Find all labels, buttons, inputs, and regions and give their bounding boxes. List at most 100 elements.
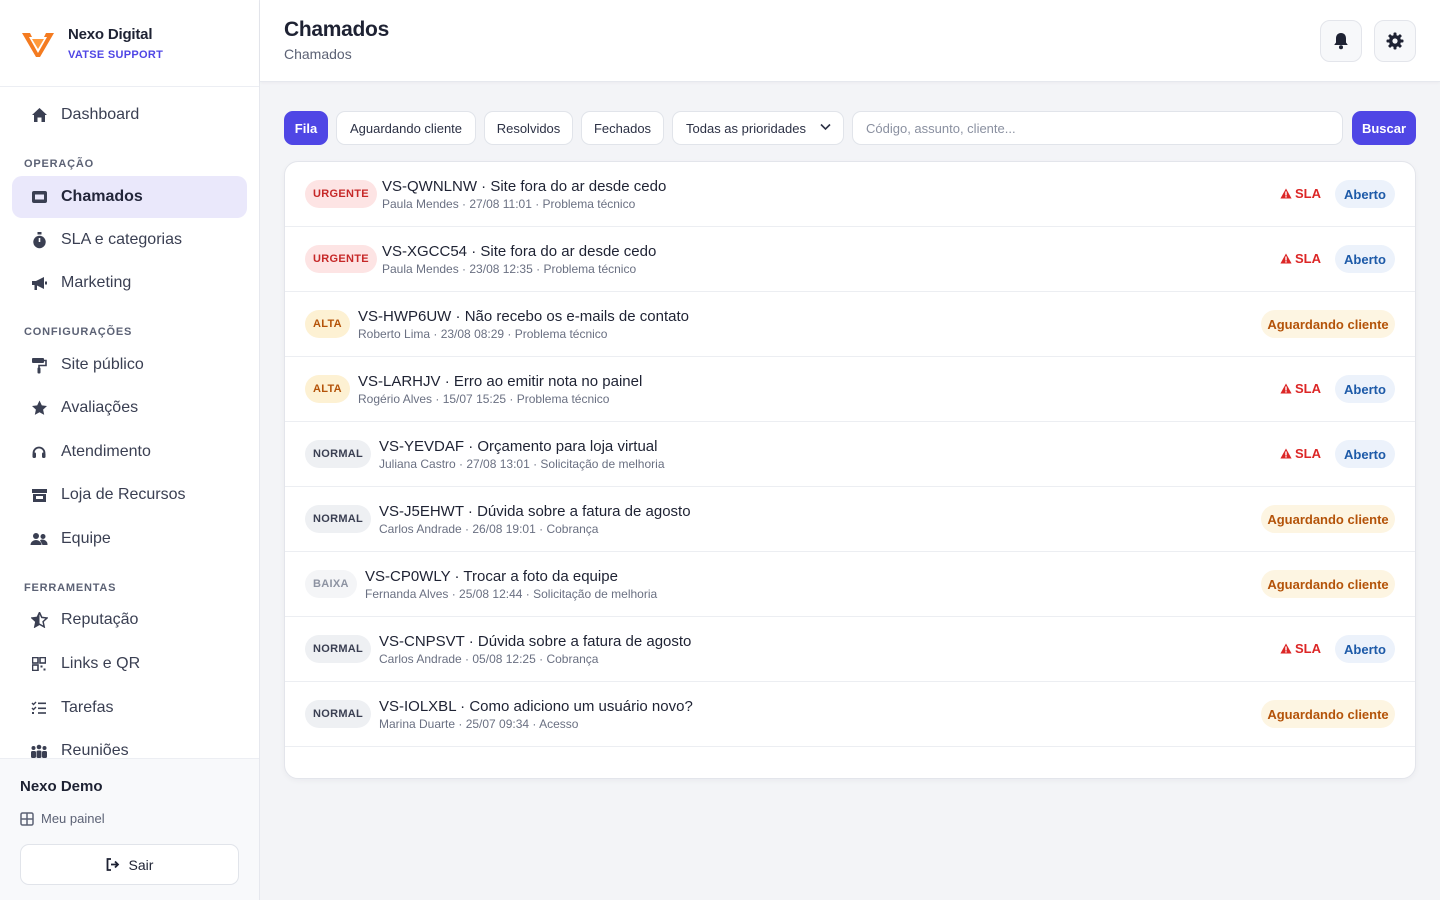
- sidebar-item-label: Chamados: [61, 188, 143, 205]
- my-panel-link[interactable]: Meu painel: [20, 811, 105, 826]
- logout-icon: [106, 858, 121, 871]
- section-ferramentas: FERRAMENTAS: [24, 582, 117, 594]
- sidebar-item-avaliacoes[interactable]: Avaliações: [12, 387, 247, 429]
- filter-resolvidos[interactable]: Resolvidos: [484, 111, 573, 145]
- priority-badge: ALTA: [305, 375, 350, 403]
- filter-aguardando-cliente[interactable]: Aguardando cliente: [336, 111, 476, 145]
- ticket-title[interactable]: VS-CNPSVT · Dúvida sobre a fatura de ago…: [379, 633, 691, 650]
- ticket-separator: ·: [464, 633, 478, 650]
- sidebar-item-reunioes[interactable]: Reuniões: [12, 730, 247, 758]
- sidebar-item-reputacao[interactable]: Reputação: [12, 599, 247, 641]
- status-badge: Aguardando cliente: [1261, 310, 1395, 338]
- sla-warning: SLA: [1280, 446, 1321, 461]
- ticket-code: VS-XGCC54: [382, 243, 468, 260]
- sidebar-nav: Dashboard OPERAÇÃO Chamados SLA e catego…: [0, 88, 259, 758]
- filter-fila[interactable]: Fila: [284, 111, 328, 145]
- ticket-row[interactable]: URGENTE VS-XGCC54 · Site fora do ar desde…: [285, 227, 1415, 292]
- ticket-row[interactable]: URGENTE VS-QWNLNW · Site fora do ar desde…: [285, 162, 1415, 227]
- ticket-title[interactable]: VS-XGCC54 · Site fora do ar desde cedo: [382, 243, 656, 260]
- ticket-title[interactable]: VS-J5EHWT · Dúvida sobre a fatura de ago…: [379, 503, 691, 520]
- ticket-row[interactable]: ALTA VS-LARHJV · Erro ao emitir nota no p…: [285, 357, 1415, 422]
- people-group-icon: [30, 742, 48, 758]
- sidebar-item-label: Dashboard: [61, 106, 140, 123]
- ticket-row[interactable]: NORMAL VS-IOLXBL · Como adiciono um usuár…: [285, 682, 1415, 747]
- sidebar-item-label: Reputação: [61, 611, 139, 628]
- sidebar-item-loja[interactable]: Loja de Recursos: [12, 474, 247, 516]
- sidebar-item-tarefas[interactable]: Tarefas: [12, 687, 247, 729]
- sidebar-item-label: Loja de Recursos: [61, 486, 186, 503]
- breadcrumb: Chamados: [284, 46, 352, 62]
- task-list-icon: [30, 699, 48, 717]
- priority-select[interactable]: Todas as prioridades: [672, 111, 844, 145]
- priority-badge: URGENTE: [305, 245, 377, 273]
- ticket-title[interactable]: VS-QWNLNW · Site fora do ar desde cedo: [382, 178, 666, 195]
- sla-warning: SLA: [1280, 641, 1321, 656]
- grid-icon: [20, 811, 34, 826]
- sidebar-item-label: Avaliações: [61, 399, 139, 416]
- sidebar-item-label: Atendimento: [61, 443, 151, 460]
- ticket-code: VS-J5EHWT: [379, 503, 464, 520]
- ticket-code: VS-YEVDAF: [379, 438, 465, 455]
- sidebar-item-site[interactable]: Site público: [12, 344, 247, 386]
- ticket-meta: Rogério Alves · 15/07 15:25 · Problema t…: [358, 392, 610, 406]
- ticket-title[interactable]: VS-CP0WLY · Trocar a foto da equipe: [365, 568, 618, 585]
- sidebar-item-label: Reuniões: [61, 742, 129, 758]
- section-configuracoes: CONFIGURAÇÕES: [24, 326, 133, 338]
- brand-logo-icon: [22, 33, 54, 57]
- bell-icon: [1334, 33, 1348, 50]
- page-title: Chamados: [284, 18, 389, 41]
- search-button[interactable]: Buscar: [1352, 111, 1416, 145]
- ticket-row[interactable]: NORMAL VS-CNPSVT · Dúvida sobre a fatura …: [285, 617, 1415, 682]
- ticket-row[interactable]: BAIXA VS-CP0WLY · Trocar a foto da equipe…: [285, 552, 1415, 617]
- ticket-title[interactable]: VS-HWP6UW · Não recebo os e-mails de con…: [358, 308, 689, 325]
- sidebar-item-dashboard[interactable]: Dashboard: [12, 94, 247, 136]
- sla-label: SLA: [1295, 251, 1321, 266]
- sidebar-item-label: Equipe: [61, 530, 111, 547]
- ticket-meta: Paula Mendes · 23/08 12:35 · Problema té…: [382, 262, 637, 276]
- ticket-title[interactable]: VS-IOLXBL · Como adiciono um usuário nov…: [379, 698, 693, 715]
- ticket-title[interactable]: VS-YEVDAF · Orçamento para loja virtual: [379, 438, 657, 455]
- sla-warning: SLA: [1280, 251, 1321, 266]
- chevron-down-icon: [820, 123, 831, 131]
- ticket-separator: ·: [451, 308, 465, 325]
- ticket-subject: Orçamento para loja virtual: [477, 438, 658, 455]
- priority-badge: NORMAL: [305, 700, 372, 728]
- ticket-title[interactable]: VS-LARHJV · Erro ao emitir nota no paine…: [358, 373, 642, 390]
- ticket-row[interactable]: NORMAL VS-YEVDAF · Orçamento para loja vi…: [285, 422, 1415, 487]
- status-badge: Aguardando cliente: [1261, 505, 1395, 533]
- filter-fechados[interactable]: Fechados: [581, 111, 664, 145]
- ticket-meta: Fernanda Alves · 25/08 12:44 · Solicitaç…: [365, 587, 658, 601]
- ticket-subject: Erro ao emitir nota no painel: [453, 373, 643, 390]
- brand-subtitle: VATSE SUPPORT: [68, 48, 164, 61]
- sla-label: SLA: [1295, 381, 1321, 396]
- sla-warning: SLA: [1280, 186, 1321, 201]
- ticket-meta: Roberto Lima · 23/08 08:29 · Problema té…: [358, 327, 608, 341]
- search-input[interactable]: [852, 111, 1343, 145]
- ticket-separator: ·: [464, 438, 478, 455]
- sidebar-item-label: Tarefas: [61, 699, 114, 716]
- sla-label: SLA: [1295, 641, 1321, 656]
- sla-label: SLA: [1295, 446, 1321, 461]
- ticket-subject: Não recebo os e-mails de contato: [464, 308, 689, 325]
- sidebar-item-marketing[interactable]: Marketing: [12, 262, 247, 304]
- sidebar-item-chamados[interactable]: Chamados: [12, 176, 247, 218]
- ticket-meta: Marina Duarte · 25/07 09:34 · Acesso: [379, 717, 579, 731]
- sidebar-item-sla[interactable]: SLA e categorias: [12, 219, 247, 261]
- ticket-code: VS-IOLXBL: [379, 698, 456, 715]
- sidebar-item-equipe[interactable]: Equipe: [12, 518, 247, 560]
- status-badge: Aguardando cliente: [1261, 700, 1395, 728]
- status-badge: Aberto: [1335, 180, 1395, 208]
- priority-badge: NORMAL: [305, 635, 372, 663]
- sidebar-item-atendimento[interactable]: Atendimento: [12, 431, 247, 473]
- brand[interactable]: Nexo Digital VATSE SUPPORT: [0, 0, 259, 87]
- sla-warning: SLA: [1280, 381, 1321, 396]
- logout-button[interactable]: Sair: [20, 844, 239, 885]
- settings-button[interactable]: [1374, 20, 1416, 62]
- users-icon: [30, 530, 48, 548]
- sidebar-item-links[interactable]: Links e QR: [12, 643, 247, 685]
- ticket-row[interactable]: NORMAL VS-J5EHWT · Dúvida sobre a fatura …: [285, 487, 1415, 552]
- brand-name: Nexo Digital: [68, 25, 153, 43]
- ticket-row[interactable]: ALTA VS-HWP6UW · Não recebo os e-mails de…: [285, 292, 1415, 357]
- star-half-icon: [30, 611, 48, 629]
- notifications-button[interactable]: [1320, 20, 1362, 62]
